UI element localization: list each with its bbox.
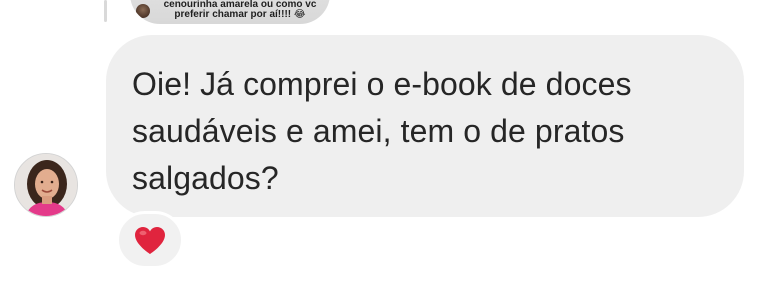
reply-thread-line <box>104 0 107 22</box>
message-reaction[interactable] <box>116 211 184 269</box>
message-text: Oie! Já comprei o e-book de doces saudáv… <box>132 66 632 196</box>
replied-story-preview[interactable]: cenourinha amarela ou como vc preferir c… <box>130 0 330 24</box>
sender-avatar[interactable] <box>14 153 78 217</box>
story-thumbnail <box>136 4 150 18</box>
message-bubble[interactable]: Oie! Já comprei o e-book de doces saudáv… <box>106 35 744 217</box>
replied-story-text: cenourinha amarela ou como vc preferir c… <box>163 0 317 20</box>
avatar-photo <box>15 154 77 216</box>
red-heart-icon <box>135 226 165 254</box>
